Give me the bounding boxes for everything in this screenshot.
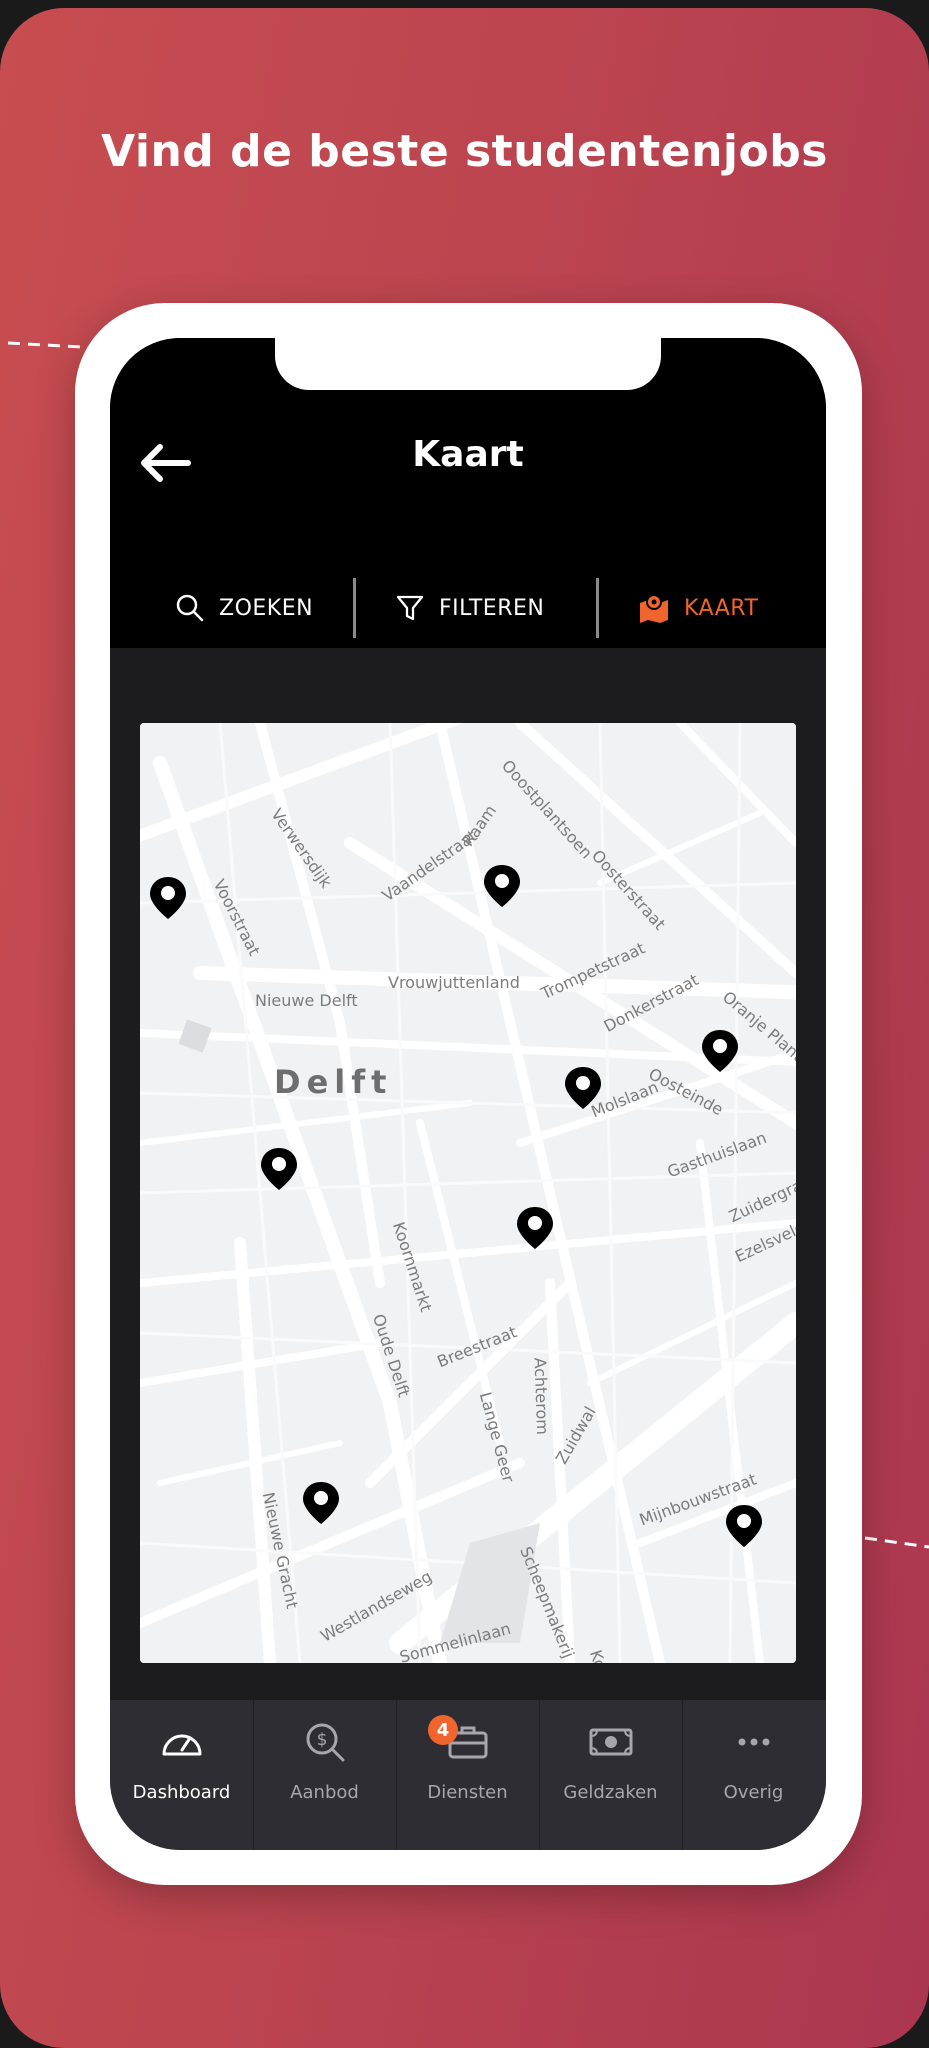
tab-label: Diensten: [427, 1782, 508, 1803]
phone-frame: Kaart ZOEKEN FILTEREN KAART Delft Voorst…: [75, 303, 862, 1885]
job-location-pin[interactable]: [515, 1205, 555, 1251]
app-header: Kaart ZOEKEN FILTEREN KAART: [110, 338, 826, 648]
notification-badge: 4: [428, 1715, 458, 1745]
tab-label: Aanbod: [290, 1782, 359, 1803]
view-toolbar: ZOEKEN FILTEREN KAART: [110, 578, 826, 638]
job-location-pin[interactable]: [301, 1480, 341, 1526]
tab-aanbod[interactable]: $ Aanbod: [253, 1700, 396, 1850]
search-button[interactable]: ZOEKEN: [175, 578, 313, 638]
map-street-label: Nieuwe Delft: [255, 991, 358, 1010]
map-streets: [140, 723, 796, 1663]
filter-button[interactable]: FILTEREN: [395, 578, 544, 638]
money-icon: [589, 1728, 633, 1756]
toolbar-divider: [353, 578, 356, 638]
map-view[interactable]: Delft Voorstraat Verwersdijk Vaandelstra…: [140, 723, 796, 1663]
page-title: Kaart: [412, 434, 524, 475]
promo-headline: Vind de beste studentenjobs: [101, 126, 828, 177]
svg-text:$: $: [317, 1730, 328, 1750]
tab-label: Geldzaken: [563, 1782, 658, 1803]
dashboard-icon: [162, 1734, 202, 1756]
bottom-tab-bar: Dashboard $ Aanbod 4 Diensten Geldzaken …: [110, 1700, 826, 1850]
job-location-pin[interactable]: [700, 1028, 740, 1074]
search-icon: [176, 594, 204, 622]
map-street-label: Vrouwjuttenland: [388, 973, 520, 992]
job-location-pin[interactable]: [148, 875, 188, 921]
job-location-pin[interactable]: [259, 1146, 299, 1192]
tab-geldzaken[interactable]: Geldzaken: [539, 1700, 682, 1850]
app-screen: Kaart ZOEKEN FILTEREN KAART Delft Voorst…: [110, 338, 826, 1850]
search-dollar-icon: $: [306, 1723, 345, 1762]
promo-background: Vind de beste studentenjobs Kaart ZOEKEN…: [0, 8, 929, 2048]
filter-icon: [396, 595, 424, 621]
tab-diensten[interactable]: 4 Diensten: [396, 1700, 539, 1850]
tab-overig[interactable]: Overig: [682, 1700, 825, 1850]
map-marker-icon: [640, 594, 668, 623]
phone-notch: [275, 338, 661, 390]
decorative-dashed-line-right: [864, 1536, 929, 1549]
map-city-label: Delft: [274, 1063, 393, 1101]
job-location-pin[interactable]: [482, 863, 522, 909]
search-label: ZOEKEN: [219, 595, 314, 621]
job-location-pin[interactable]: [724, 1503, 764, 1549]
job-location-pin[interactable]: [563, 1065, 603, 1111]
tab-label: Overig: [723, 1782, 784, 1803]
filter-label: FILTEREN: [439, 595, 545, 621]
tab-label: Dashboard: [132, 1782, 231, 1803]
tab-dashboard[interactable]: Dashboard: [110, 1700, 253, 1850]
map-street-label: Achterom: [530, 1357, 553, 1436]
more-icon: [738, 1738, 770, 1746]
toolbar-divider: [596, 578, 599, 638]
map-label: KAART: [684, 595, 759, 621]
map-view-button[interactable]: KAART: [638, 578, 758, 638]
